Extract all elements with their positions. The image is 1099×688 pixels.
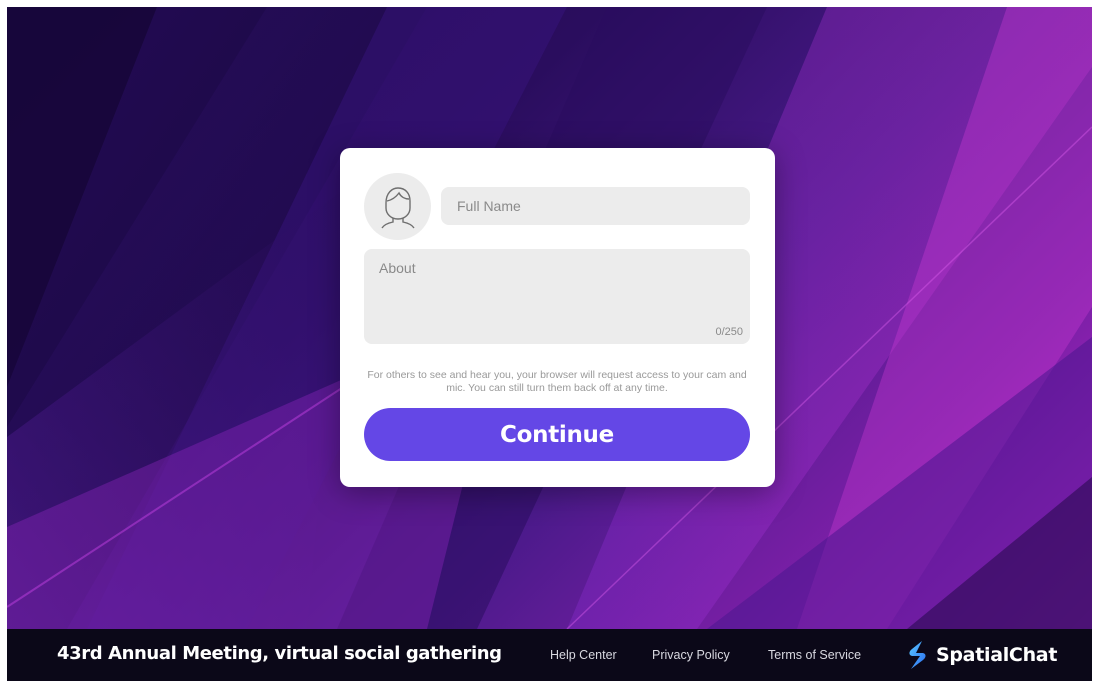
- brand-name: SpatialChat: [936, 644, 1058, 666]
- privacy-policy-link[interactable]: Privacy Policy: [652, 648, 730, 662]
- user-avatar-icon[interactable]: [364, 173, 431, 240]
- help-center-link[interactable]: Help Center: [550, 648, 617, 662]
- full-name-input[interactable]: [441, 187, 750, 225]
- continue-button[interactable]: Continue: [364, 408, 750, 461]
- terms-of-service-link[interactable]: Terms of Service: [768, 648, 861, 662]
- about-input[interactable]: [364, 249, 750, 344]
- about-char-counter: 0/250: [715, 326, 743, 338]
- footer-bar: 43rd Annual Meeting, virtual social gath…: [7, 629, 1092, 681]
- brand-logo[interactable]: SpatialChat: [906, 640, 1057, 670]
- permission-notice: For others to see and hear you, your bro…: [367, 369, 747, 394]
- spatialchat-logo-icon: [909, 641, 926, 669]
- app-frame: 0/250 For others to see and hear you, yo…: [7, 7, 1092, 681]
- event-title: 43rd Annual Meeting, virtual social gath…: [57, 643, 502, 664]
- join-card: 0/250 For others to see and hear you, yo…: [340, 148, 775, 487]
- about-field[interactable]: 0/250: [364, 249, 750, 344]
- user-avatar-glyph: [380, 186, 415, 228]
